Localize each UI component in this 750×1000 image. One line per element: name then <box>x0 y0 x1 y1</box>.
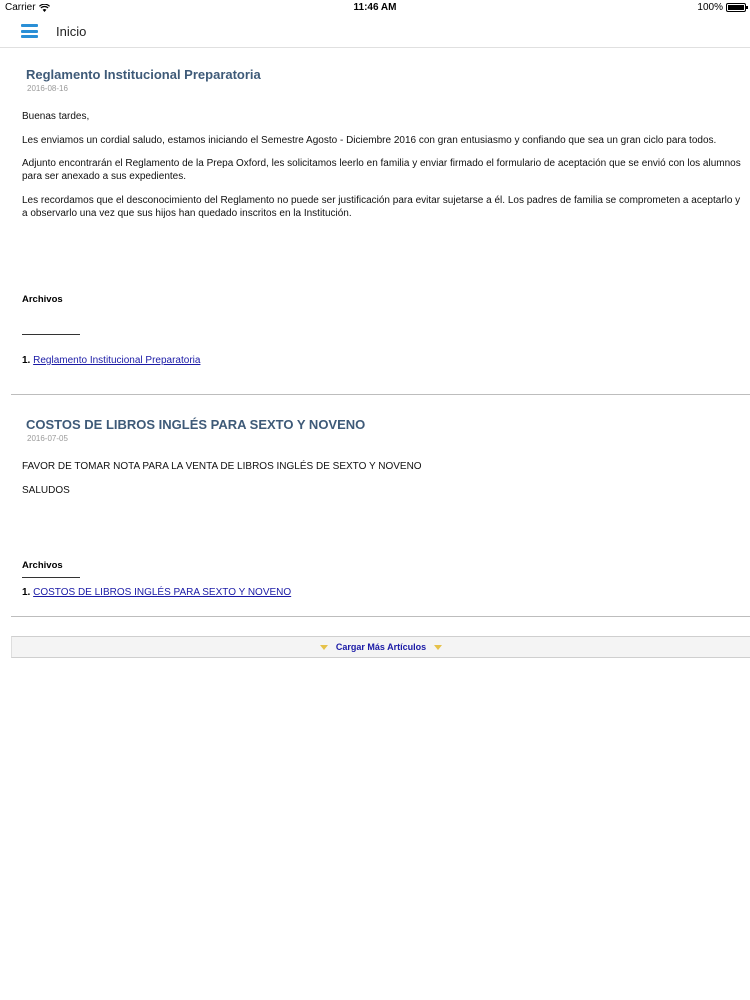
load-more-button[interactable]: Cargar Más Artículos <box>11 636 750 658</box>
arrow-down-icon <box>319 644 328 650</box>
files-heading: Archivos <box>22 560 63 571</box>
file-number: 1. <box>22 355 31 366</box>
article-paragraph: SALUDOS <box>22 485 70 496</box>
status-bar: Carrier 11:46 AM 100% <box>0 0 750 16</box>
file-link[interactable]: COSTOS DE LIBROS INGLÉS PARA SEXTO Y NOV… <box>33 587 291 598</box>
article-title[interactable]: Reglamento Institucional Preparatoria <box>26 67 261 82</box>
arrow-down-icon <box>434 644 443 650</box>
page-title: Inicio <box>56 24 87 39</box>
article-paragraph: Adjunto encontrarán el Reglamento de la … <box>22 158 741 182</box>
divider <box>22 577 80 578</box>
article-paragraph: Les recordamos que el desconocimiento de… <box>22 195 741 219</box>
file-number: 1. <box>22 587 31 598</box>
article-paragraph: Les enviamos un cordial saludo, estamos … <box>22 135 717 146</box>
nav-bar: Inicio <box>0 16 750 48</box>
article-card: COSTOS DE LIBROS INGLÉS PARA SEXTO Y NOV… <box>11 396 750 617</box>
file-item: 1. COSTOS DE LIBROS INGLÉS PARA SEXTO Y … <box>22 587 291 598</box>
battery-icon <box>726 3 748 12</box>
file-item: 1. Reglamento Institucional Preparatoria <box>22 355 200 366</box>
article-paragraph: Buenas tardes, <box>22 111 90 122</box>
status-time: 11:46 AM <box>353 2 397 13</box>
file-link[interactable]: Reglamento Institucional Preparatoria <box>33 355 200 366</box>
load-more-label: Cargar Más Artículos <box>335 642 427 652</box>
battery-percent: 100% <box>697 2 723 13</box>
article-card: Reglamento Institucional Preparatoria 20… <box>11 48 750 395</box>
hamburger-menu-icon[interactable] <box>21 24 38 38</box>
article-date: 2016-08-16 <box>27 84 68 93</box>
divider <box>22 334 80 335</box>
article-title[interactable]: COSTOS DE LIBROS INGLÉS PARA SEXTO Y NOV… <box>26 417 365 432</box>
article-paragraph: FAVOR DE TOMAR NOTA PARA LA VENTA DE LIB… <box>22 461 422 472</box>
article-date: 2016-07-05 <box>27 434 68 443</box>
files-heading: Archivos <box>22 294 63 305</box>
